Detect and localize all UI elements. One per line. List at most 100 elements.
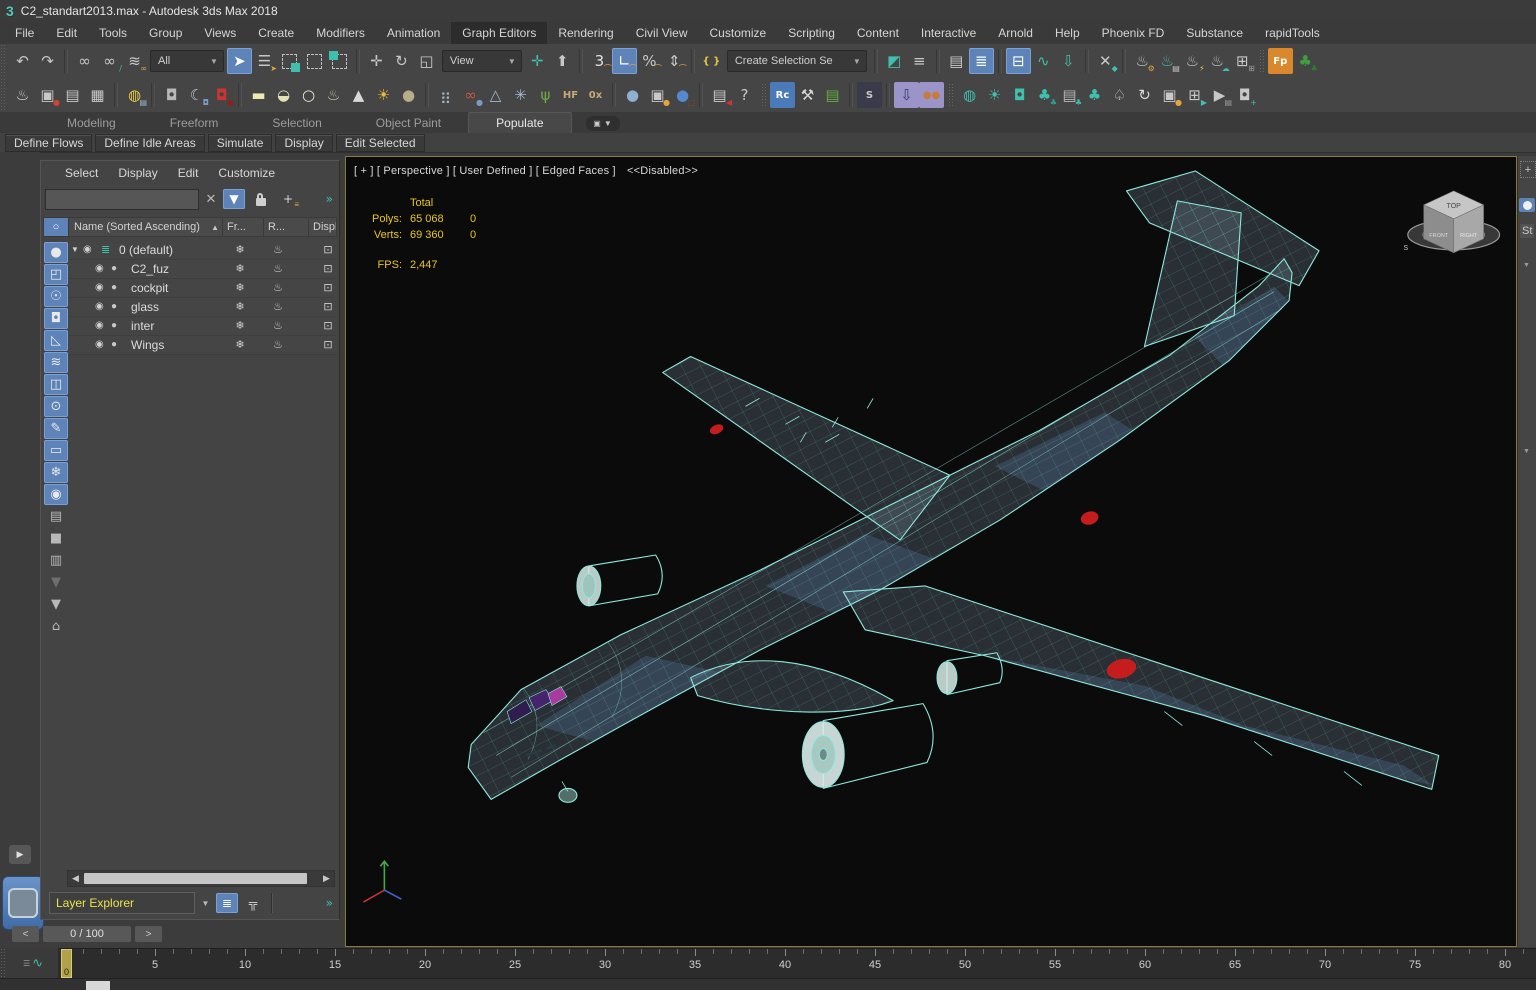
render-settings-icon[interactable]: ▦	[85, 82, 110, 108]
frozen-cell-icon[interactable]: ❄	[229, 243, 251, 256]
atom-spheres-icon[interactable]: ∞ ●	[458, 82, 483, 108]
viewcube[interactable]: TOP FRONT RIGHT S	[1403, 190, 1501, 254]
red-camera-icon[interactable]: ◘ ●	[209, 82, 234, 108]
ribbon-panel-define-idle-areas[interactable]: Define Idle Areas	[95, 133, 205, 152]
frozen-cell-icon[interactable]: ❄	[229, 281, 251, 294]
spinner-snap-icon[interactable]: ⇕ ⌒	[662, 48, 687, 74]
select-by-name-icon[interactable]: ☰ ➤	[252, 48, 277, 74]
material-editor-icon[interactable]: ♨ ⚙	[1130, 48, 1155, 74]
menu-edit[interactable]: Edit	[45, 22, 88, 44]
layer-row-inter[interactable]: ◉ ● inter ❄ ♨ ⊡	[69, 317, 337, 336]
menu-graph-editors[interactable]: Graph Editors	[451, 22, 548, 44]
viewcube-south-label[interactable]: S	[1403, 245, 1408, 252]
explorer-mode-combo[interactable]: Layer Explorer	[49, 892, 195, 914]
snap-toggle-3d-icon[interactable]: 3 ⌒	[587, 48, 612, 74]
maxscript-listener-stub[interactable]	[86, 981, 110, 990]
selection-highlight-icon[interactable]: ● ⬚	[670, 82, 695, 108]
hidden-filter-icon[interactable]: ◉	[44, 484, 68, 505]
layer-row-glass[interactable]: ◉ ● glass ❄ ♨ ⊡	[69, 298, 337, 317]
combo-dropdown-icon[interactable]: ▼	[199, 893, 212, 913]
area-light-icon[interactable]: ▬	[246, 82, 271, 108]
visibility-eye-icon[interactable]: ◉	[95, 320, 104, 331]
trees-teal-icon[interactable]: ♣ ♣	[1032, 82, 1057, 108]
render-column-header[interactable]: R...	[263, 218, 308, 236]
ornatrix-icon[interactable]: 0x	[583, 82, 608, 108]
redo-icon[interactable]: ↷	[35, 48, 60, 74]
use-pivot-point-icon[interactable]: ✛	[525, 48, 550, 74]
viewport-label[interactable]: [ + ] [ Perspective ] [ User Defined ] […	[354, 165, 698, 177]
menu-substance[interactable]: Substance	[1175, 22, 1254, 44]
select-and-manipulate-icon[interactable]: ⬆	[550, 48, 575, 74]
ribbon-toggle-icon[interactable]: ⊟	[1005, 48, 1031, 74]
layer-row-cockpit[interactable]: ◉ ● cockpit ❄ ♨ ⊡	[69, 279, 337, 298]
pane-arrows-icon[interactable]: ⊞ ▶	[1182, 82, 1207, 108]
filter-config-icon[interactable]: ▼	[44, 572, 68, 593]
window-selection-icon[interactable]	[302, 48, 327, 74]
layer-explorer-icon[interactable]: ≣	[968, 48, 994, 74]
mirror-icon[interactable]: ◩	[882, 48, 907, 74]
named-selection-sets-icon[interactable]: { }	[699, 48, 724, 74]
select-and-rotate-icon[interactable]: ↻	[389, 48, 414, 74]
render-cell-icon[interactable]: ♨	[267, 262, 289, 275]
dome-light-icon[interactable]: ◒	[271, 82, 296, 108]
scroll-left-icon[interactable]: ◀	[68, 873, 83, 884]
video-playback-icon[interactable]: ▶ ▤	[1207, 82, 1232, 108]
menu-modifiers[interactable]: Modifiers	[305, 22, 376, 44]
select-object-icon[interactable]: ➤	[226, 48, 252, 74]
rollout-arrow-icon[interactable]: ▼	[1523, 448, 1530, 455]
lock-button[interactable]	[250, 189, 272, 209]
groups-filter-icon[interactable]: ◫	[44, 374, 68, 395]
time-ruler[interactable]: 5 10 15 20 25 30 35 40 45 50 55 60 65 70 75 80 0	[58, 948, 1536, 979]
teapot-icon[interactable]: ♨	[10, 82, 35, 108]
footer-chevrons[interactable]: »	[326, 896, 333, 910]
crossing-selection-icon[interactable]	[327, 48, 352, 74]
geometry-category-button[interactable]	[1519, 198, 1535, 212]
explorer-menu-customize[interactable]: Customize	[208, 166, 285, 180]
frozen-cell-icon[interactable]: ❄	[229, 319, 251, 332]
dope-sheet-icon[interactable]: ⇩	[1056, 48, 1081, 74]
camera-add-icon[interactable]: ◘ +	[1232, 82, 1257, 108]
create-tab-icon[interactable]: +	[1520, 161, 1536, 178]
lights-filter-icon[interactable]: ☉	[44, 286, 68, 307]
display-as-cell-icon[interactable]: ⊡	[317, 338, 339, 351]
dock-panel-button[interactable]	[2, 876, 44, 930]
layer-name[interactable]: Wings	[131, 338, 164, 352]
ribbon-panel-edit-selected[interactable]: Edit Selected	[335, 133, 425, 152]
angle-snap-icon[interactable]: ∟ ⌒	[611, 48, 637, 74]
render-cell-icon[interactable]: ♨	[267, 338, 289, 351]
light-teal-icon[interactable]: ◍	[957, 82, 982, 108]
containers-filter-icon[interactable]: ▭	[44, 440, 68, 461]
align-icon[interactable]: ≡	[907, 48, 932, 74]
sphere-light-icon[interactable]: ○	[296, 82, 321, 108]
xrefs-filter-icon[interactable]: ⊙	[44, 396, 68, 417]
render-cell-icon[interactable]: ♨	[267, 281, 289, 294]
name-column-header[interactable]: Name (Sorted Ascending) ▲	[69, 218, 222, 236]
layer-name[interactable]: glass	[131, 300, 159, 314]
sphere-object-icon[interactable]: ●	[396, 82, 421, 108]
cameras-filter-icon[interactable]: ◘	[44, 308, 68, 329]
ribbon-config-button[interactable]: ▣ ▼	[585, 116, 620, 131]
clear-search-icon[interactable]: ✕	[204, 191, 218, 207]
log-export-icon[interactable]: ▤ ◀	[707, 82, 732, 108]
help-icon[interactable]: ?	[732, 82, 757, 108]
render-setup-icon[interactable]: ♨ ▤	[1155, 48, 1180, 74]
ribbon-tab-selection[interactable]: Selection	[245, 113, 348, 133]
render-cell-icon[interactable]: ♨	[267, 319, 289, 332]
frozen-cell-icon[interactable]: ❄	[229, 300, 251, 313]
reference-coordinate-dropdown[interactable]: View ▼	[441, 50, 522, 72]
percent-snap-icon[interactable]: % ⌒	[637, 48, 662, 74]
perspective-viewport[interactable]: TOP FRONT RIGHT S [ + ] [ Perspective ] …	[345, 156, 1517, 947]
frozen-filter-icon[interactable]: ❄	[44, 462, 68, 483]
explorer-hscrollbar[interactable]: ◀ ▶	[67, 870, 335, 887]
noise-ball-icon[interactable]: ✳	[508, 82, 533, 108]
bind-to-spacewarp-icon[interactable]: ≋ ∞	[122, 48, 147, 74]
ribbon-tab-modeling[interactable]: Modeling	[40, 113, 143, 133]
object-dot-icon[interactable]: ●	[111, 339, 117, 350]
geometry-filter-icon[interactable]: ●	[44, 242, 68, 263]
rendered-frame-icon[interactable]: ♨ ⚡	[1180, 48, 1205, 74]
menu-file[interactable]: File	[4, 22, 45, 44]
ribbon-panel-display[interactable]: Display	[275, 133, 333, 152]
viewport-label-text[interactable]: [ + ] [ Perspective ] [ User Defined ] […	[354, 165, 616, 177]
undo-icon[interactable]: ↶	[10, 48, 35, 74]
visibility-eye-icon[interactable]: ◉	[95, 263, 104, 274]
